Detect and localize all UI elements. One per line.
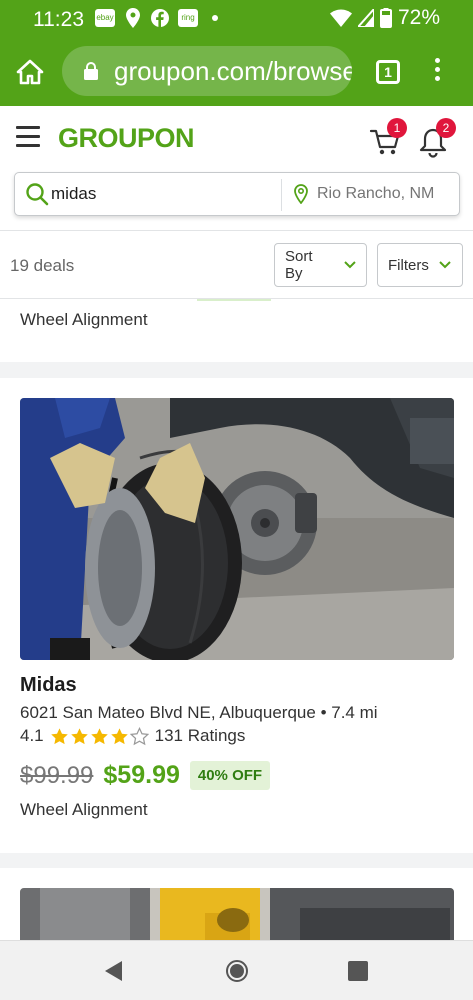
original-price: $99.99	[20, 761, 94, 789]
previous-deal-card[interactable]: Wheel Alignment	[0, 299, 473, 362]
recents-icon[interactable]	[348, 961, 368, 981]
results-toolbar: 19 deals Sort By Filters	[0, 231, 473, 299]
deal-title: Wheel Alignment	[20, 800, 148, 819]
address-line: 6021 San Mateo Blvd NE, Albuquerque • 7.…	[20, 703, 378, 723]
star-filled-icon	[70, 727, 88, 744]
search-input[interactable]	[51, 181, 276, 207]
back-icon[interactable]	[103, 960, 123, 982]
battery-icon	[379, 8, 392, 28]
browser-menu-icon[interactable]	[432, 58, 442, 88]
rating-stars	[50, 726, 149, 746]
sort-by-label: Sort By	[285, 248, 313, 282]
location-pin-icon	[294, 184, 308, 204]
ratings-count: 131 Ratings	[154, 726, 246, 745]
star-filled-icon	[110, 727, 128, 744]
search-icon	[26, 183, 49, 206]
rating-value: 4.1	[20, 726, 44, 745]
sale-price: $59.99	[103, 761, 180, 789]
price-line: $99.99 $59.99 40% OFF	[20, 761, 271, 790]
wifi-icon	[329, 9, 352, 27]
search-divider	[281, 179, 282, 211]
star-filled-icon	[50, 727, 68, 744]
browser-home-icon[interactable]	[16, 58, 44, 86]
status-right: 72%	[329, 6, 440, 30]
system-nav-bar	[0, 940, 473, 1000]
rating-line: 4.1 131 Ratings	[20, 726, 245, 746]
location-input[interactable]	[317, 181, 455, 207]
cart-badge: 1	[387, 118, 407, 138]
hamburger-menu-icon[interactable]	[16, 126, 40, 148]
ring-notification-icon: ring	[178, 9, 198, 27]
site-header: GROUPON 1 2	[0, 106, 473, 231]
url-text[interactable]: groupon.com/browse	[114, 56, 352, 87]
signal-icon	[357, 9, 374, 27]
facebook-notification-icon	[151, 9, 169, 27]
deal-card[interactable]: Midas 6021 San Mateo Blvd NE, Albuquerqu…	[0, 378, 473, 853]
previous-discount-badge	[197, 299, 271, 301]
groupon-logo[interactable]: GROUPON	[58, 123, 195, 154]
address: 6021 San Mateo Blvd NE, Albuquerque	[20, 703, 316, 722]
status-bar: 11:23 ebay ring 72%	[0, 0, 473, 38]
address-bar[interactable]: groupon.com/browse	[62, 46, 352, 96]
distance: 7.4 mi	[331, 703, 378, 722]
maps-notification-icon	[126, 8, 140, 28]
star-empty-icon	[129, 726, 149, 745]
status-time: 11:23	[33, 8, 84, 31]
sort-by-button[interactable]: Sort By	[274, 243, 367, 287]
chevron-down-icon	[344, 261, 356, 269]
browser-toolbar: groupon.com/browse 1	[0, 38, 473, 106]
more-notifications-dot	[212, 15, 218, 21]
deal-image[interactable]	[20, 398, 454, 660]
battery-percent: 72%	[397, 6, 440, 29]
home-icon[interactable]	[225, 959, 249, 983]
lock-icon	[84, 62, 98, 80]
tab-switcher-button[interactable]: 1	[376, 60, 400, 84]
deal-count: 19 deals	[10, 256, 75, 275]
ebay-notification-icon: ebay	[95, 9, 115, 27]
filters-label: Filters	[388, 256, 429, 274]
discount-badge: 40% OFF	[189, 761, 271, 790]
notifications-badge: 2	[436, 118, 456, 138]
merchant-name[interactable]: Midas	[20, 674, 77, 697]
previous-deal-title: Wheel Alignment	[20, 310, 148, 329]
search-bar	[14, 172, 460, 216]
separator-dot: •	[320, 703, 332, 722]
next-deal-card[interactable]	[0, 868, 473, 968]
star-filled-icon	[90, 727, 108, 744]
filters-button[interactable]: Filters	[377, 243, 463, 287]
chevron-down-icon	[439, 261, 451, 269]
